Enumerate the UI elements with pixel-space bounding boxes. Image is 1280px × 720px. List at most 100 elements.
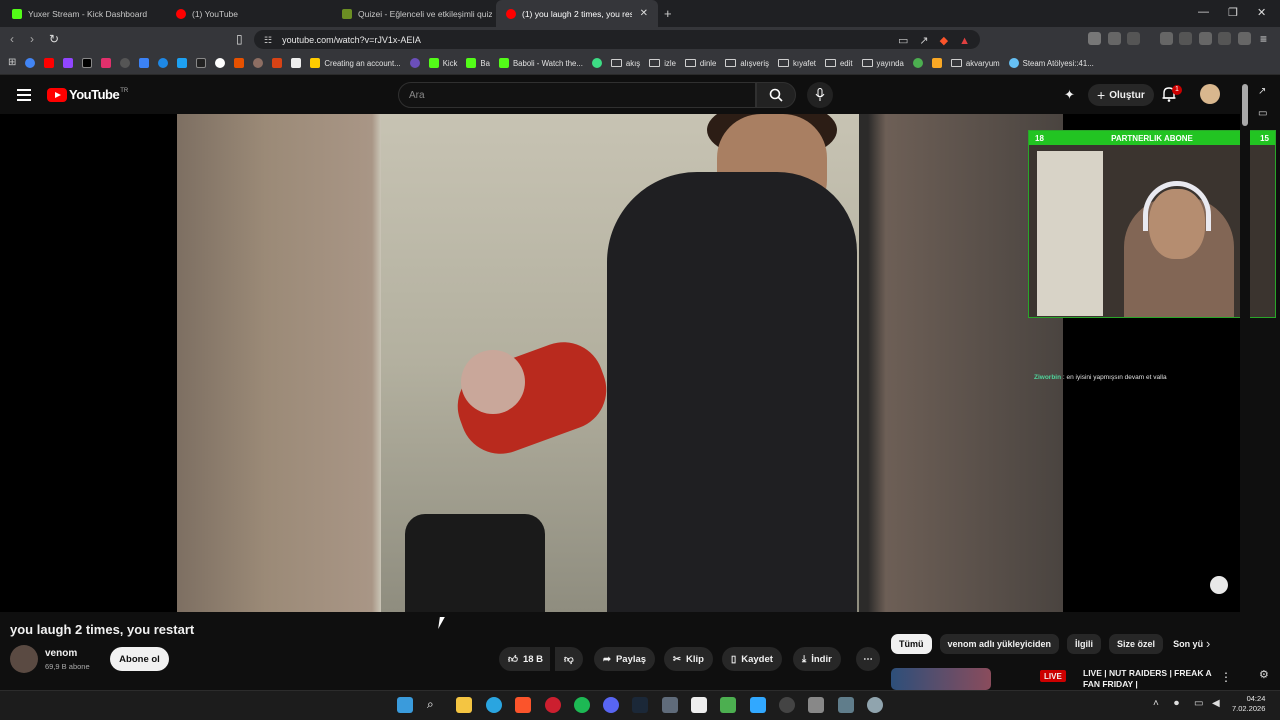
bookmark-icon-only[interactable] bbox=[215, 58, 226, 68]
obs-icon[interactable] bbox=[779, 697, 795, 713]
extension-icon[interactable] bbox=[1127, 32, 1140, 45]
close-window-icon[interactable]: ✕ bbox=[1257, 6, 1266, 19]
brave-shield-icon[interactable]: ◆ bbox=[940, 34, 948, 48]
bookmark-item[interactable]: Kick bbox=[428, 58, 457, 68]
brave-icon[interactable] bbox=[515, 697, 531, 713]
calculator-icon[interactable] bbox=[662, 697, 678, 713]
kick-studio-icon[interactable] bbox=[720, 697, 736, 713]
cast-icon[interactable]: ▭ bbox=[898, 34, 908, 48]
photoshop-icon[interactable] bbox=[750, 697, 766, 713]
menu-icon[interactable]: ≡ bbox=[1260, 32, 1267, 46]
bookmark-icon-only[interactable] bbox=[234, 58, 245, 68]
media-icon[interactable] bbox=[1160, 32, 1173, 45]
app-icon[interactable] bbox=[808, 697, 824, 713]
bookmark-icon-only[interactable] bbox=[82, 58, 93, 68]
taskbar-clock[interactable]: 04:24 7.02.2026 bbox=[1232, 694, 1265, 714]
tab-quizei[interactable]: Quizei - Eğlenceli ve etkileşimli quiz bbox=[332, 0, 492, 27]
bookmark-icon[interactable]: ▯ bbox=[236, 32, 243, 46]
tab-youtube[interactable]: (1) YouTube bbox=[166, 0, 330, 27]
bookmark-icon-only[interactable] bbox=[25, 58, 36, 68]
bookmark-folder[interactable]: edit bbox=[824, 59, 853, 68]
chip-related[interactable]: İlgili bbox=[1067, 634, 1102, 654]
bookmark-item[interactable]: Ba bbox=[466, 58, 490, 68]
search-input[interactable]: Ara bbox=[398, 82, 756, 108]
chip-uploader[interactable]: venom adlı yükleyiciden bbox=[939, 634, 1060, 654]
dislike-button[interactable]: 👎︎ bbox=[555, 647, 583, 671]
bookmark-folder[interactable]: akış bbox=[610, 59, 640, 68]
more-actions-button[interactable]: ⋯ bbox=[856, 647, 880, 671]
chevron-right-icon[interactable]: › bbox=[1206, 636, 1210, 651]
settings-icon[interactable]: ⚙ bbox=[1259, 668, 1269, 681]
recommendation-thumbnail[interactable] bbox=[891, 668, 991, 690]
edge-icon[interactable] bbox=[486, 697, 502, 713]
app-icon[interactable] bbox=[838, 697, 854, 713]
extension-shield-icon[interactable] bbox=[1088, 32, 1101, 45]
bookmark-icon-only[interactable] bbox=[177, 58, 188, 68]
video-frame[interactable] bbox=[177, 114, 1063, 612]
minimize-icon[interactable]: — bbox=[1198, 6, 1209, 18]
steam-icon[interactable] bbox=[632, 697, 648, 713]
subscribe-button[interactable]: Abone ol bbox=[110, 647, 169, 671]
bookmark-icon-only[interactable] bbox=[272, 58, 283, 68]
windows-start-icon[interactable] bbox=[397, 697, 413, 713]
vpn-icon[interactable] bbox=[1238, 32, 1251, 45]
share-icon[interactable]: ↗ bbox=[919, 34, 928, 48]
search-button[interactable] bbox=[756, 82, 796, 108]
address-bar[interactable]: ☷ youtube.com/watch?v=rJV1x-AEIA ▭ ↗ ◆ ▲ bbox=[254, 30, 980, 49]
network-icon[interactable]: ▭ bbox=[1194, 698, 1203, 709]
opera-icon[interactable] bbox=[545, 697, 561, 713]
forward-icon[interactable]: › bbox=[30, 32, 34, 46]
site-info-icon[interactable]: ☷ bbox=[264, 33, 272, 47]
bookmark-item[interactable]: Baboli - Watch the... bbox=[498, 58, 583, 68]
bookmark-icon-only[interactable] bbox=[63, 58, 74, 68]
tab-kick-dashboard[interactable]: Yuxer Stream - Kick Dashboard bbox=[2, 0, 162, 27]
bookmark-folder[interactable]: yayında bbox=[861, 59, 904, 68]
bookmark-item[interactable]: Creating an account... bbox=[310, 58, 401, 68]
capcut-icon[interactable] bbox=[691, 697, 707, 713]
scrollbar-thumb[interactable] bbox=[1242, 84, 1248, 126]
bookmark-icon-only[interactable] bbox=[158, 58, 169, 68]
back-icon[interactable]: ‹ bbox=[10, 32, 14, 46]
bookmark-folder[interactable]: alışveriş bbox=[725, 59, 769, 68]
menu-icon[interactable] bbox=[17, 89, 31, 104]
bookmark-folder[interactable]: akvaryum bbox=[950, 59, 1000, 68]
bookmark-icon-only[interactable] bbox=[931, 58, 942, 68]
bookmark-icon-only[interactable] bbox=[253, 58, 264, 68]
share-button[interactable]: ➦ Paylaş bbox=[594, 647, 656, 671]
discord-icon[interactable] bbox=[603, 697, 619, 713]
volume-icon[interactable]: ◀ bbox=[1212, 698, 1220, 709]
settings-app-icon[interactable] bbox=[867, 697, 883, 713]
bookmark-folder[interactable]: izle bbox=[649, 59, 676, 68]
microphone-icon[interactable]: ⏺ bbox=[1174, 698, 1179, 709]
restore-icon[interactable]: ❐ bbox=[1228, 6, 1238, 19]
popout-icon[interactable]: ↗ bbox=[1258, 86, 1266, 97]
miniplayer-icon[interactable] bbox=[1210, 576, 1228, 594]
recommendation-title[interactable]: LIVE | NUT RAIDERS | FREAK A FAN FRIDAY … bbox=[1083, 668, 1213, 690]
avatar[interactable] bbox=[1200, 84, 1220, 104]
download-button[interactable]: ⤓ İndir bbox=[793, 647, 841, 671]
bookmark-icon-only[interactable] bbox=[101, 58, 112, 68]
like-button[interactable]: 👍︎ 18 B bbox=[499, 647, 551, 671]
wallet-icon[interactable] bbox=[1199, 32, 1212, 45]
youtube-logo[interactable]: YouTube TR bbox=[47, 87, 128, 102]
channel-name[interactable]: venom bbox=[45, 648, 77, 659]
sidebar-icon[interactable] bbox=[1179, 32, 1192, 45]
voice-search-button[interactable] bbox=[807, 82, 833, 108]
gear-icon[interactable]: ✦ bbox=[1064, 87, 1075, 103]
bookmark-icon-only[interactable] bbox=[591, 58, 602, 68]
spotify-icon[interactable] bbox=[574, 697, 590, 713]
apps-grid-icon[interactable]: ⊞ bbox=[8, 56, 16, 70]
channel-avatar[interactable] bbox=[10, 645, 38, 673]
chip-for-you[interactable]: Size özel bbox=[1109, 634, 1164, 654]
file-explorer-icon[interactable] bbox=[456, 697, 472, 713]
bookmark-folder[interactable]: dinle bbox=[684, 59, 716, 68]
chip-all[interactable]: Tümü bbox=[891, 634, 932, 654]
bookmark-icon-only[interactable] bbox=[409, 58, 420, 68]
bookmark-icon-only[interactable] bbox=[44, 58, 55, 68]
bookmark-icon-only[interactable] bbox=[196, 58, 207, 68]
recommendation-menu-icon[interactable]: ⋮ bbox=[1220, 670, 1232, 684]
reload-icon[interactable]: ↻ bbox=[49, 32, 59, 46]
bookmark-item[interactable]: Steam Atölyesi::41... bbox=[1008, 58, 1094, 68]
bookmark-icon-only[interactable] bbox=[139, 58, 150, 68]
tab-current-video[interactable]: (1) you laugh 2 times, you restart ✕ bbox=[496, 0, 658, 27]
